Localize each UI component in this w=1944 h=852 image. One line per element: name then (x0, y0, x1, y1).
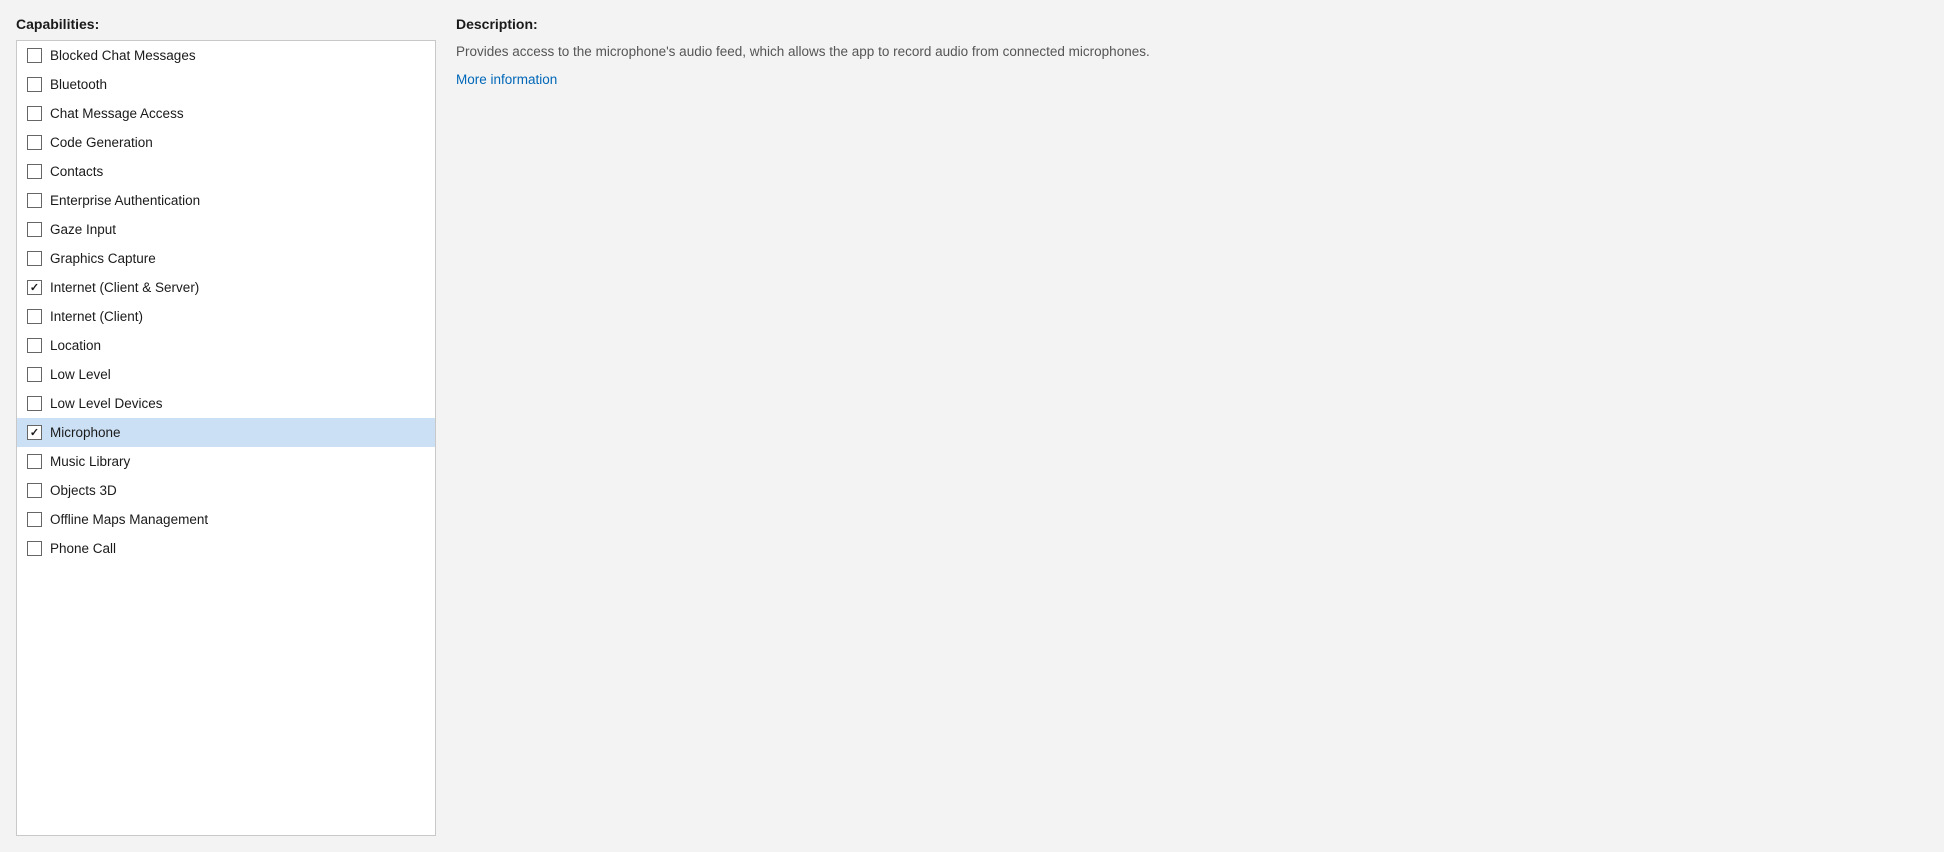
more-info-link[interactable]: More information (456, 72, 1928, 87)
capability-checkbox-code-generation[interactable] (27, 135, 42, 150)
description-text: Provides access to the microphone's audi… (456, 42, 1356, 62)
capability-checkbox-objects-3d[interactable] (27, 483, 42, 498)
capability-checkbox-graphics-capture[interactable] (27, 251, 42, 266)
description-header: Description: (456, 16, 1928, 32)
capability-checkbox-location[interactable] (27, 338, 42, 353)
capability-item-internet-client-server[interactable]: Internet (Client & Server) (17, 273, 435, 302)
capability-label-internet-client-server: Internet (Client & Server) (50, 280, 199, 295)
capability-item-phone-call[interactable]: Phone Call (17, 534, 435, 563)
capability-label-offline-maps-management: Offline Maps Management (50, 512, 208, 527)
capability-item-objects-3d[interactable]: Objects 3D (17, 476, 435, 505)
capability-checkbox-enterprise-authentication[interactable] (27, 193, 42, 208)
capability-label-music-library: Music Library (50, 454, 130, 469)
capability-checkbox-phone-call[interactable] (27, 541, 42, 556)
capability-checkbox-microphone[interactable] (27, 425, 42, 440)
capability-label-bluetooth: Bluetooth (50, 77, 107, 92)
capability-item-code-generation[interactable]: Code Generation (17, 128, 435, 157)
capability-label-phone-call: Phone Call (50, 541, 116, 556)
capability-label-location: Location (50, 338, 101, 353)
capability-checkbox-music-library[interactable] (27, 454, 42, 469)
capability-item-location[interactable]: Location (17, 331, 435, 360)
capability-item-internet-client[interactable]: Internet (Client) (17, 302, 435, 331)
capability-label-enterprise-authentication: Enterprise Authentication (50, 193, 200, 208)
capability-label-low-level: Low Level (50, 367, 111, 382)
capability-checkbox-contacts[interactable] (27, 164, 42, 179)
capability-checkbox-offline-maps-management[interactable] (27, 512, 42, 527)
capability-checkbox-bluetooth[interactable] (27, 77, 42, 92)
capability-label-blocked-chat-messages: Blocked Chat Messages (50, 48, 196, 63)
capability-item-graphics-capture[interactable]: Graphics Capture (17, 244, 435, 273)
capability-item-low-level-devices[interactable]: Low Level Devices (17, 389, 435, 418)
capability-item-contacts[interactable]: Contacts (17, 157, 435, 186)
left-panel: Capabilities: Blocked Chat Messages Bluet… (16, 16, 436, 836)
capability-item-offline-maps-management[interactable]: Offline Maps Management (17, 505, 435, 534)
capability-label-gaze-input: Gaze Input (50, 222, 116, 237)
capability-item-chat-message-access[interactable]: Chat Message Access (17, 99, 435, 128)
capability-checkbox-gaze-input[interactable] (27, 222, 42, 237)
capability-label-code-generation: Code Generation (50, 135, 153, 150)
capability-label-contacts: Contacts (50, 164, 103, 179)
right-panel: Description: Provides access to the micr… (456, 16, 1928, 836)
capabilities-header: Capabilities: (16, 16, 436, 32)
capability-checkbox-internet-client-server[interactable] (27, 280, 42, 295)
capability-checkbox-chat-message-access[interactable] (27, 106, 42, 121)
capability-item-blocked-chat-messages[interactable]: Blocked Chat Messages (17, 41, 435, 70)
capability-checkbox-low-level-devices[interactable] (27, 396, 42, 411)
capabilities-list: Blocked Chat Messages Bluetooth Chat Messa… (16, 40, 436, 836)
capability-checkbox-low-level[interactable] (27, 367, 42, 382)
capability-item-music-library[interactable]: Music Library (17, 447, 435, 476)
capability-item-bluetooth[interactable]: Bluetooth (17, 70, 435, 99)
capability-item-gaze-input[interactable]: Gaze Input (17, 215, 435, 244)
capability-checkbox-internet-client[interactable] (27, 309, 42, 324)
capability-label-internet-client: Internet (Client) (50, 309, 143, 324)
capability-label-objects-3d: Objects 3D (50, 483, 117, 498)
capability-item-low-level[interactable]: Low Level (17, 360, 435, 389)
capability-item-microphone[interactable]: Microphone (17, 418, 435, 447)
capability-label-graphics-capture: Graphics Capture (50, 251, 156, 266)
capability-label-microphone: Microphone (50, 425, 121, 440)
capability-label-chat-message-access: Chat Message Access (50, 106, 184, 121)
capability-item-enterprise-authentication[interactable]: Enterprise Authentication (17, 186, 435, 215)
capability-label-low-level-devices: Low Level Devices (50, 396, 163, 411)
capability-checkbox-blocked-chat-messages[interactable] (27, 48, 42, 63)
